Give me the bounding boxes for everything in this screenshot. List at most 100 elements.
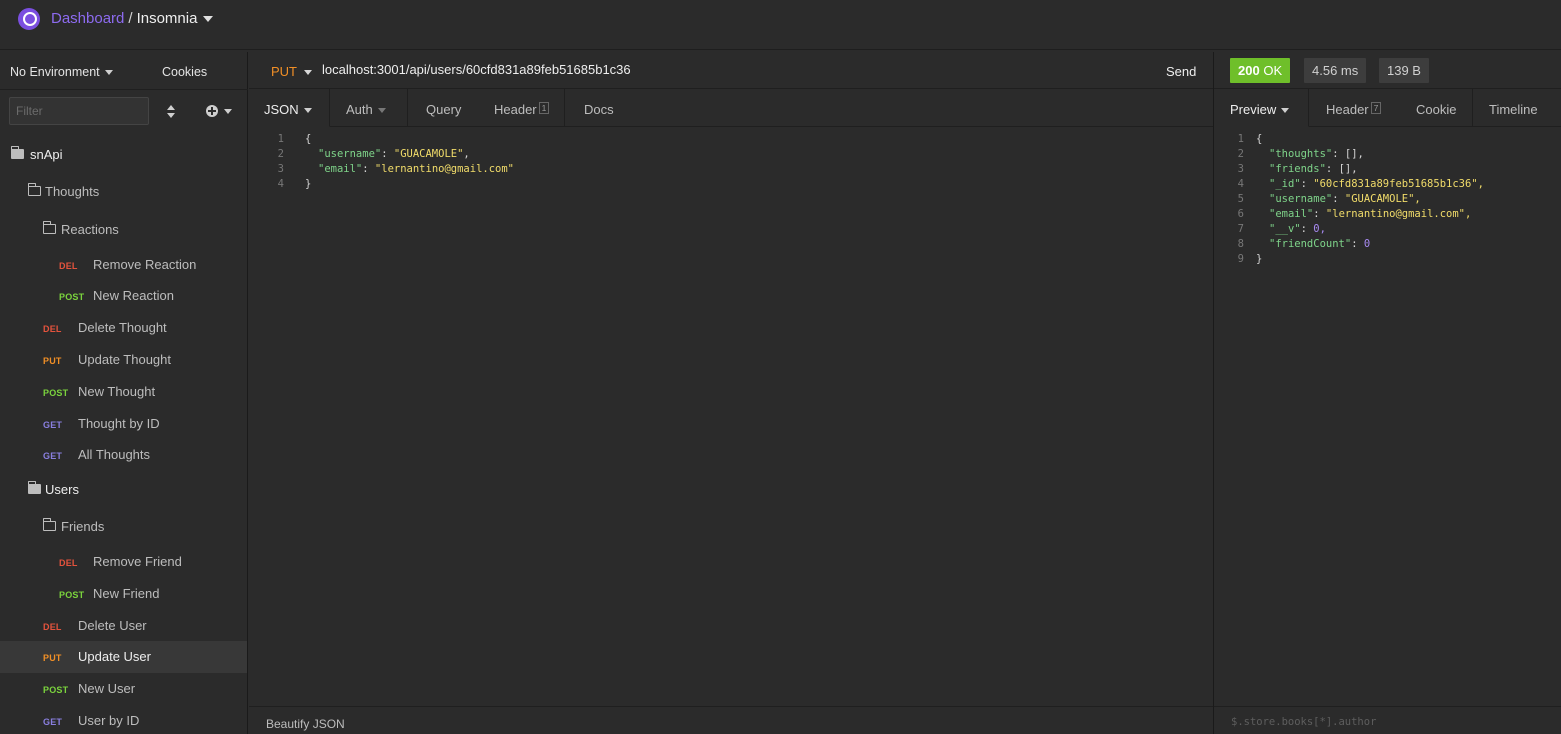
filter-input[interactable] — [9, 97, 149, 125]
beautify-json-button[interactable]: Beautify JSON — [266, 717, 345, 731]
tab-timeline[interactable]: Timeline — [1473, 89, 1561, 127]
request-update-thought[interactable]: PUT Update Thought — [0, 344, 247, 376]
url-bar: PUT localhost:3001/api/users/60cfd831a89… — [249, 52, 1213, 89]
tab-label: Timeline — [1489, 102, 1538, 117]
response-footer: $.store.books[*].author — [1214, 706, 1561, 734]
tab-query[interactable]: Query — [408, 89, 477, 127]
tab-label: Docs — [584, 102, 614, 117]
tree-item-label: Delete User — [78, 618, 147, 633]
method-badge: DEL — [43, 622, 62, 632]
chevron-down-icon — [104, 70, 113, 76]
add-circle-icon[interactable] — [206, 105, 218, 117]
tab-header[interactable]: Header 1 — [477, 89, 565, 127]
method-badge: POST — [59, 292, 85, 302]
tab-json[interactable]: JSON — [249, 89, 330, 127]
folder-open-icon — [42, 221, 56, 234]
chevron-down-icon[interactable] — [224, 109, 232, 114]
response-status-row: 200 OK 4.56 ms 139 B — [1214, 52, 1561, 89]
method-badge: PUT — [43, 356, 62, 366]
request-thought-by-id[interactable]: GET Thought by ID — [0, 408, 247, 440]
request-new-thought[interactable]: POST New Thought — [0, 376, 247, 408]
method-badge: POST — [43, 685, 69, 695]
request-new-friend[interactable]: POST New Friend — [0, 578, 247, 610]
tab-label: Header 1 — [494, 102, 550, 117]
tree-item-label: Reactions — [61, 222, 119, 237]
method-badge: DEL — [59, 261, 78, 271]
chevron-down-icon — [1281, 108, 1290, 114]
method-label: PUT — [271, 64, 297, 79]
tree-item-label: User by ID — [78, 713, 140, 728]
request-tabs: JSON Auth Query Header 1 Docs — [249, 89, 1213, 127]
tree-item-label: All Thoughts — [78, 447, 151, 462]
request-new-reaction[interactable]: POST New Reaction — [0, 280, 247, 312]
environment-row: No Environment Cookies — [0, 52, 248, 90]
response-size-badge: 139 B — [1379, 58, 1429, 83]
request-body-editor[interactable]: 1{ 2 "username": "GUACAMOLE", 3 "email": "… — [262, 133, 1202, 693]
tab-cookie[interactable]: Cookie — [1398, 89, 1473, 127]
folder-open-icon — [10, 146, 24, 159]
breadcrumb-separator: / — [128, 10, 133, 27]
tab-preview[interactable]: Preview — [1214, 89, 1309, 127]
chevron-down-icon — [304, 70, 312, 76]
tree-item-label: Delete Thought — [78, 320, 167, 335]
environment-dropdown[interactable]: No Environment — [10, 65, 113, 79]
request-delete-user[interactable]: DEL Delete User — [0, 610, 247, 642]
folder-thoughts[interactable]: Thoughts — [0, 176, 247, 208]
tab-label: Auth — [346, 102, 386, 117]
request-update-user[interactable]: PUT Update User — [0, 641, 247, 673]
tree-item-label: New Reaction — [93, 288, 174, 303]
request-all-thoughts[interactable]: GET All Thoughts — [0, 439, 247, 471]
folder-reactions[interactable]: Reactions — [0, 214, 247, 246]
send-button[interactable]: Send — [1166, 64, 1196, 79]
method-badge: POST — [59, 590, 85, 600]
folder-users[interactable]: Users — [0, 474, 247, 506]
folder-snapi[interactable]: snApi — [0, 139, 247, 171]
breadcrumb-dashboard-link[interactable]: Dashboard — [51, 10, 124, 27]
top-header: Dashboard / Insomnia — [0, 0, 1561, 50]
response-panel: 200 OK 4.56 ms 139 B Preview Header 7 Coo… — [1213, 52, 1561, 734]
sidebar: No Environment Cookies snApi Thoughts Re… — [0, 52, 248, 734]
request-remove-reaction[interactable]: DEL Remove Reaction — [0, 249, 247, 281]
request-remove-friend[interactable]: DEL Remove Friend — [0, 546, 247, 578]
tree-item-label: New User — [78, 681, 136, 696]
tab-label: Cookie — [1416, 102, 1457, 117]
tree-item-label: snApi — [30, 147, 63, 162]
request-delete-thought[interactable]: DEL Delete Thought — [0, 312, 247, 344]
method-badge: DEL — [59, 558, 78, 568]
response-body-viewer[interactable]: 1{ 2 "thoughts": [], 3 "friends": [], 4 "_i… — [1222, 133, 1557, 693]
filter-row — [0, 90, 248, 134]
sort-icon[interactable] — [166, 105, 176, 119]
insomnia-logo-icon[interactable] — [18, 8, 40, 30]
tab-docs[interactable]: Docs — [565, 89, 631, 127]
tree-item-label: Remove Friend — [93, 554, 182, 569]
cookies-button[interactable]: Cookies — [162, 65, 207, 79]
tree-item-label: Remove Reaction — [93, 257, 197, 272]
response-time-badge: 4.56 ms — [1304, 58, 1367, 83]
response-filter-input[interactable]: $.store.books[*].author — [1231, 716, 1376, 728]
tab-label: Preview — [1230, 102, 1290, 117]
tree-item-label: Update User — [78, 649, 151, 664]
folder-open-icon — [42, 518, 56, 531]
folder-friends[interactable]: Friends — [0, 511, 247, 543]
tab-label: Query — [426, 102, 462, 117]
method-badge: GET — [43, 420, 63, 430]
tab-response-header[interactable]: Header 7 — [1309, 89, 1398, 127]
request-footer: Beautify JSON — [249, 706, 1213, 734]
header-count-badge: 1 — [538, 102, 550, 114]
chevron-down-icon — [303, 108, 312, 114]
response-tabs: Preview Header 7 Cookie Timeline — [1214, 89, 1561, 127]
breadcrumb: Dashboard / Insomnia — [51, 10, 214, 27]
chevron-down-icon[interactable] — [203, 16, 214, 23]
method-badge: POST — [43, 388, 69, 398]
workspace-dropdown[interactable]: Insomnia — [137, 10, 198, 27]
tree-item-label: New Thought — [78, 384, 156, 399]
request-user-by-id[interactable]: GET User by ID — [0, 705, 247, 734]
tab-auth[interactable]: Auth — [330, 89, 408, 127]
method-badge: DEL — [43, 324, 62, 334]
tree-item-label: Thoughts — [45, 184, 100, 199]
request-new-user[interactable]: POST New User — [0, 673, 247, 705]
method-dropdown[interactable]: PUT — [271, 64, 312, 79]
tree-item-label: New Friend — [93, 586, 160, 601]
url-input[interactable]: localhost:3001/api/users/60cfd831a89feb5… — [322, 62, 631, 77]
chevron-down-icon — [377, 108, 386, 114]
